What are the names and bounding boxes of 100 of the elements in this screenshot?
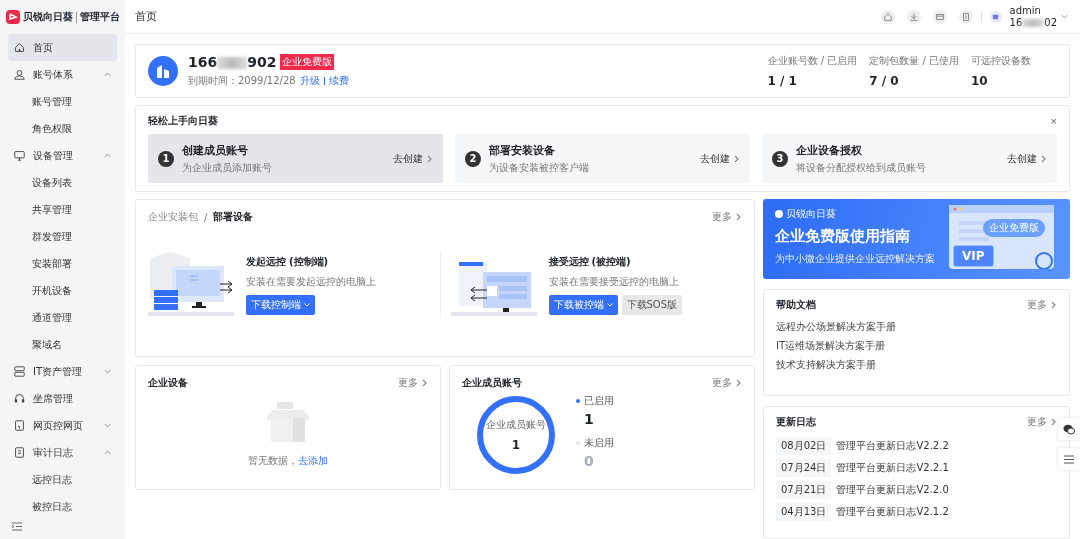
brand-subtitle: 管理平台 xyxy=(80,10,120,24)
ring-label: 企业成员账号 xyxy=(486,417,546,432)
chevron-up-icon xyxy=(104,72,111,77)
sidebar-item[interactable]: 网页控网页 xyxy=(8,412,117,439)
chevron-right-icon xyxy=(736,213,742,221)
log-title[interactable]: 管理平台更新日志V2.2.1 xyxy=(836,461,949,475)
step-description: 为设备安装被控客户端 xyxy=(489,160,590,175)
close-button[interactable]: × xyxy=(1050,115,1057,127)
download-icon[interactable] xyxy=(906,9,921,24)
stat-value: 1 / 1 xyxy=(767,74,798,88)
account-link[interactable]: 续费 xyxy=(328,74,349,88)
sidebar-item[interactable]: 群发管理 xyxy=(8,223,117,250)
banner-brand: 贝锐向日葵 xyxy=(786,207,836,221)
chevron-right-icon xyxy=(1051,301,1057,309)
home-icon xyxy=(14,42,25,53)
document-icon xyxy=(14,447,25,458)
download-button[interactable]: 下载SOS版 xyxy=(621,295,683,315)
log-title[interactable]: 管理平台更新日志V2.2.0 xyxy=(836,483,949,497)
download-button[interactable]: 下载控制端 xyxy=(246,295,315,315)
panel-description: 安装在需要接受远控的电脑上 xyxy=(548,275,680,289)
log-title[interactable]: 管理平台更新日志V2.2.2 xyxy=(836,439,949,453)
help-link[interactable]: IT运维场景解决方案手册 xyxy=(776,339,1057,352)
chevron-right-icon xyxy=(427,154,433,163)
sidebar-item[interactable]: 聚域名 xyxy=(8,331,117,358)
avatar-icon[interactable] xyxy=(989,10,1002,23)
chevron-right-icon xyxy=(422,379,428,387)
section-title: 帮助文档 xyxy=(776,298,816,312)
sidebar-item[interactable]: 账号体系 xyxy=(8,61,117,88)
user-name: admin xyxy=(1009,4,1042,17)
sidebar-item[interactable]: 首页 xyxy=(8,34,117,61)
account-id: 166 902 xyxy=(188,54,277,70)
download-button[interactable]: 下载被控端 xyxy=(548,295,618,315)
sidebar-item[interactable]: 通道管理 xyxy=(8,304,117,331)
step-card[interactable]: 2 部署安装设备 为设备安装被控客户端 去创建 xyxy=(455,134,750,183)
chat-icon[interactable] xyxy=(1058,418,1080,440)
step-card[interactable]: 3 企业设备授权 将设备分配授权给到成员账号 去创建 xyxy=(762,134,1057,183)
building-icon xyxy=(148,56,178,86)
sidebar-item[interactable]: 安装部署 xyxy=(8,250,117,277)
help-link[interactable]: 技术支持解决方案手册 xyxy=(776,358,1057,371)
more-link[interactable]: 更多 xyxy=(398,376,428,390)
chevron-down-icon[interactable] xyxy=(1061,14,1068,19)
chevron-right-icon xyxy=(736,379,742,387)
page-title: 首页 xyxy=(135,9,158,24)
section-title: 企业成员账号 xyxy=(462,376,522,390)
section-title: 轻松上手向日葵 xyxy=(148,114,218,128)
menu-icon[interactable] xyxy=(1058,448,1080,470)
sidebar-item[interactable]: 角色权限 xyxy=(8,115,117,142)
step-title: 部署安装设备 xyxy=(489,142,556,158)
legend-value: 1 xyxy=(583,411,595,427)
more-link[interactable]: 更多 xyxy=(1027,298,1057,312)
sidebar-item[interactable]: 开机设备 xyxy=(8,277,117,304)
create-link[interactable]: 去创建 xyxy=(393,151,433,166)
account-link[interactable]: 升级 xyxy=(299,74,320,88)
log-date: 07月21日 xyxy=(776,481,832,499)
step-title: 创建成员账号 xyxy=(182,142,249,158)
guide-banner[interactable]: 贝锐向日葵 企业免费版使用指南 为中小微企业提供企业远控解决方案 企业免费版 VIP xyxy=(763,199,1070,279)
step-card[interactable]: 1 创建成员账号 为企业成员添加账号 去创建 xyxy=(148,134,443,183)
more-link[interactable]: 更多 xyxy=(712,210,742,224)
sidebar-item[interactable]: 远控日志 xyxy=(8,466,117,493)
stat-label: 企业账号数 / 已启用 xyxy=(767,54,858,68)
create-link[interactable]: 去创建 xyxy=(700,151,740,166)
log-title[interactable]: 管理平台更新日志V2.1.2 xyxy=(836,505,949,519)
log-date: 04月13日 xyxy=(776,503,832,521)
ring-value: 1 xyxy=(511,437,521,452)
sidebar-item[interactable]: 被控日志 xyxy=(8,493,117,520)
sidebar-item[interactable]: 共享管理 xyxy=(8,196,117,223)
sidebar-item[interactable]: 账号管理 xyxy=(8,88,117,115)
expiry-date: 到期时间：2099/12/28 xyxy=(188,74,296,88)
chevron-up-icon xyxy=(104,450,111,455)
sidebar-item[interactable]: IT资产管理 xyxy=(8,358,117,385)
more-link[interactable]: 更多 xyxy=(1027,415,1057,429)
collapse-sidebar-icon[interactable] xyxy=(12,522,22,531)
help-link[interactable]: 远程办公场景解决方案手册 xyxy=(776,320,1057,333)
vip-tag: VIP xyxy=(953,245,994,267)
stat-value: 7 / 0 xyxy=(869,74,900,88)
user-icon xyxy=(14,69,25,80)
sidebar-item[interactable]: 设备管理 xyxy=(8,142,117,169)
stat-value: 10 xyxy=(971,74,989,88)
log-date: 07月24日 xyxy=(776,459,832,477)
sidebar-item[interactable]: 设备列表 xyxy=(8,169,117,196)
clipboard-icon[interactable] xyxy=(958,9,973,24)
user-id: 16 02 xyxy=(1009,16,1057,29)
create-link[interactable]: 去创建 xyxy=(1007,151,1047,166)
chevron-down-icon xyxy=(104,423,111,428)
panel-description: 安装在需要发起远控的电脑上 xyxy=(246,275,376,289)
step-number: 3 xyxy=(772,150,788,167)
window-icon[interactable] xyxy=(932,9,947,24)
empty-message: 暂无数据， xyxy=(248,454,298,466)
logo-icon xyxy=(775,210,783,218)
sidebar-item[interactable]: 坐席管理 xyxy=(8,385,117,412)
more-link[interactable]: 更多 xyxy=(712,376,742,390)
home-icon[interactable] xyxy=(880,9,895,24)
chevron-right-icon xyxy=(1051,418,1057,426)
headset-icon xyxy=(14,393,25,404)
breadcrumb-link[interactable]: 企业安装包 xyxy=(148,210,198,224)
sidebar-item[interactable]: 审计日志 xyxy=(8,439,117,466)
add-link[interactable]: 去添加 xyxy=(298,454,328,466)
logo-icon xyxy=(6,10,20,24)
chevron-up-icon xyxy=(104,153,111,158)
caret-icon xyxy=(606,303,613,307)
